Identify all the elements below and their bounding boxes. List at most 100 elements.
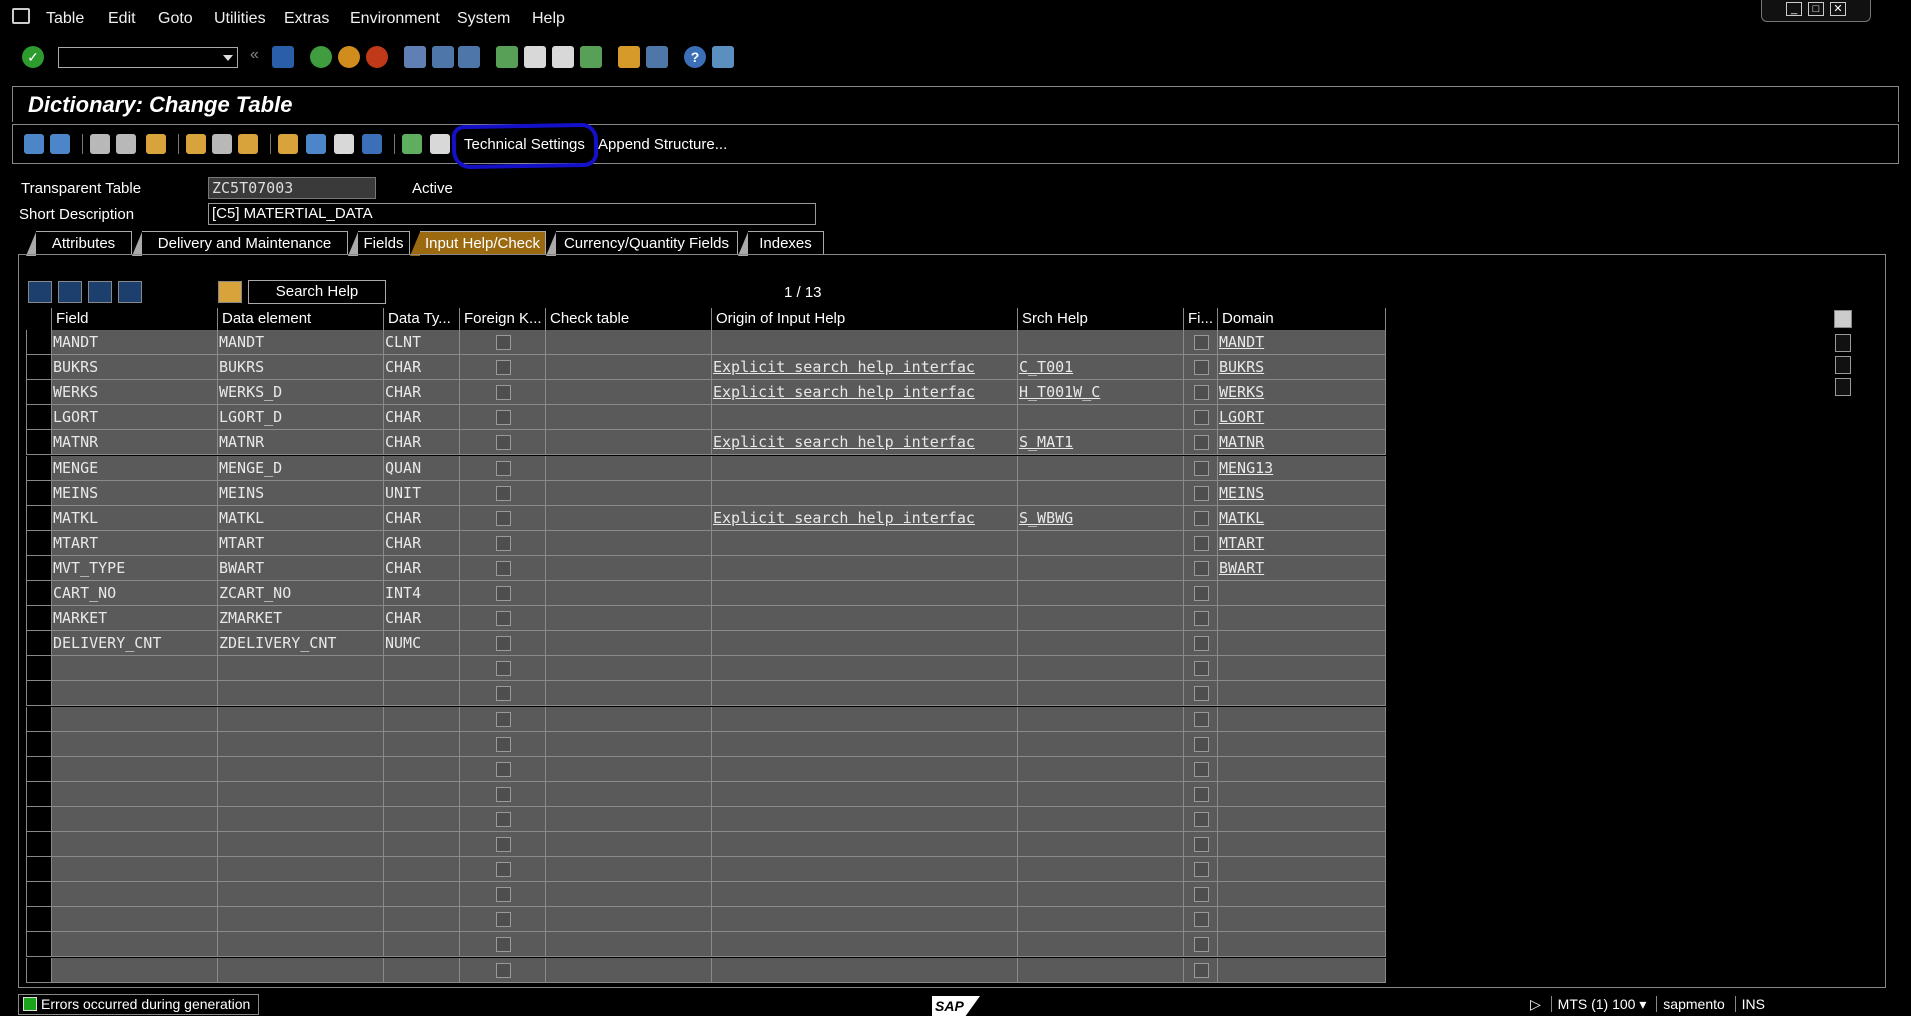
cell-foreign[interactable] bbox=[460, 882, 546, 908]
menu-system[interactable]: System bbox=[457, 10, 510, 28]
cell-domain[interactable] bbox=[1218, 581, 1386, 606]
checkbox[interactable] bbox=[496, 586, 511, 601]
tab-indexes[interactable]: Indexes bbox=[738, 231, 824, 256]
cell-srch-help[interactable] bbox=[1018, 932, 1184, 958]
cell-data-type[interactable] bbox=[384, 756, 460, 782]
cell-field[interactable] bbox=[52, 857, 218, 883]
cell-origin[interactable] bbox=[712, 882, 1018, 908]
checkbox[interactable] bbox=[496, 786, 511, 802]
column-header-check-table[interactable]: Check table bbox=[546, 308, 712, 330]
checkbox[interactable] bbox=[496, 962, 511, 978]
checkbox[interactable] bbox=[496, 711, 511, 727]
checkbox[interactable] bbox=[1194, 460, 1209, 476]
row-selector[interactable] bbox=[26, 505, 52, 531]
layout-menu-icon[interactable] bbox=[712, 46, 734, 68]
cell-data-type[interactable]: CHAR bbox=[384, 606, 460, 632]
cell-origin[interactable] bbox=[712, 631, 1018, 657]
status-message[interactable]: Errors occurred during generation bbox=[18, 994, 260, 1015]
cell-foreign[interactable] bbox=[460, 530, 546, 556]
cell-foreign[interactable] bbox=[460, 957, 546, 983]
cell-check-table[interactable] bbox=[546, 530, 712, 556]
cell-origin[interactable] bbox=[712, 832, 1018, 857]
cell-data-type[interactable] bbox=[384, 781, 460, 807]
cell-check-table[interactable] bbox=[546, 857, 712, 883]
row-selector[interactable] bbox=[26, 781, 52, 807]
display-change-icon[interactable] bbox=[90, 134, 110, 154]
checkbox[interactable] bbox=[496, 761, 511, 777]
cell-field[interactable]: BUKRS bbox=[52, 355, 218, 381]
cell-check-table[interactable] bbox=[546, 681, 712, 707]
play-icon[interactable]: ▷ bbox=[1530, 996, 1541, 1012]
cell-data-type[interactable] bbox=[384, 806, 460, 832]
row-selector[interactable] bbox=[26, 656, 52, 682]
cell-foreign[interactable] bbox=[460, 555, 546, 581]
cell-fixed[interactable] bbox=[1184, 430, 1218, 456]
new-session-icon[interactable] bbox=[618, 46, 640, 68]
cell-field[interactable]: CART_NO bbox=[52, 581, 218, 606]
cell-domain[interactable] bbox=[1218, 857, 1386, 883]
cell-domain[interactable] bbox=[1218, 606, 1386, 632]
cell-srch-help[interactable] bbox=[1018, 907, 1184, 933]
cell-srch-help[interactable]: S_WBWG bbox=[1018, 505, 1184, 531]
column-header-data-type[interactable]: Data Ty... bbox=[384, 308, 460, 330]
cell-srch-help[interactable] bbox=[1018, 731, 1184, 757]
cell-check-table[interactable] bbox=[546, 706, 712, 732]
cell-fixed[interactable] bbox=[1184, 756, 1218, 782]
cell-fixed[interactable] bbox=[1184, 731, 1218, 757]
checkbox[interactable] bbox=[1194, 837, 1209, 852]
cell-srch-help[interactable] bbox=[1018, 957, 1184, 983]
cell-data-type[interactable] bbox=[384, 857, 460, 883]
cell-origin[interactable] bbox=[712, 681, 1018, 707]
cell-domain[interactable] bbox=[1218, 631, 1386, 657]
cell-field[interactable] bbox=[52, 832, 218, 857]
cell-origin[interactable] bbox=[712, 706, 1018, 732]
contents-icon[interactable] bbox=[430, 134, 450, 154]
cell-origin[interactable] bbox=[712, 932, 1018, 958]
cell-data-element[interactable]: ZCART_NO bbox=[218, 581, 384, 606]
chevron-down-icon[interactable] bbox=[223, 55, 233, 61]
cell-data-element[interactable]: MATNR bbox=[218, 430, 384, 456]
row-selector[interactable] bbox=[26, 405, 52, 431]
cancel-icon[interactable] bbox=[366, 46, 388, 68]
cell-data-type[interactable] bbox=[384, 706, 460, 732]
short-description-field[interactable]: [C5] MATERTIAL_DATA bbox=[208, 203, 816, 225]
column-header-origin[interactable]: Origin of Input Help bbox=[712, 308, 1018, 330]
deselect-all-icon[interactable] bbox=[88, 281, 112, 303]
cell-field[interactable]: MATKL bbox=[52, 505, 218, 531]
cell-origin[interactable]: Explicit search help interfac bbox=[712, 505, 1018, 531]
cell-origin[interactable] bbox=[712, 581, 1018, 606]
last-page-icon[interactable] bbox=[580, 46, 602, 68]
cell-fixed[interactable] bbox=[1184, 581, 1218, 606]
cell-data-type[interactable]: CHAR bbox=[384, 505, 460, 531]
cell-fixed[interactable] bbox=[1184, 606, 1218, 632]
cell-origin[interactable] bbox=[712, 957, 1018, 983]
cell-domain[interactable] bbox=[1218, 832, 1386, 857]
cell-fixed[interactable] bbox=[1184, 505, 1218, 531]
cell-field[interactable] bbox=[52, 706, 218, 732]
cell-check-table[interactable] bbox=[546, 480, 712, 506]
cell-foreign[interactable] bbox=[460, 857, 546, 883]
row-selector[interactable] bbox=[26, 631, 52, 657]
cell-origin[interactable] bbox=[712, 455, 1018, 481]
cell-srch-help[interactable] bbox=[1018, 631, 1184, 657]
cell-fixed[interactable] bbox=[1184, 631, 1218, 657]
menu-extras[interactable]: Extras bbox=[284, 10, 329, 28]
cell-data-type[interactable] bbox=[384, 932, 460, 958]
column-header-field[interactable]: Field bbox=[52, 308, 218, 330]
cell-domain[interactable] bbox=[1218, 656, 1386, 682]
command-field[interactable] bbox=[58, 47, 238, 68]
cell-foreign[interactable] bbox=[460, 681, 546, 707]
cell-fixed[interactable] bbox=[1184, 405, 1218, 431]
checkbox[interactable] bbox=[496, 686, 511, 702]
cell-field[interactable]: MANDT bbox=[52, 330, 218, 355]
cell-data-element[interactable] bbox=[218, 756, 384, 782]
cell-field[interactable]: MARKET bbox=[52, 606, 218, 632]
cell-origin[interactable] bbox=[712, 781, 1018, 807]
arrow-left-icon[interactable] bbox=[24, 134, 44, 154]
checkbox[interactable] bbox=[1194, 711, 1209, 727]
cell-data-type[interactable] bbox=[384, 907, 460, 933]
cell-fixed[interactable] bbox=[1184, 681, 1218, 707]
shortcut-icon[interactable] bbox=[646, 46, 668, 68]
maximize-icon[interactable]: □ bbox=[1808, 2, 1824, 16]
arrow-right-icon[interactable] bbox=[50, 134, 70, 154]
